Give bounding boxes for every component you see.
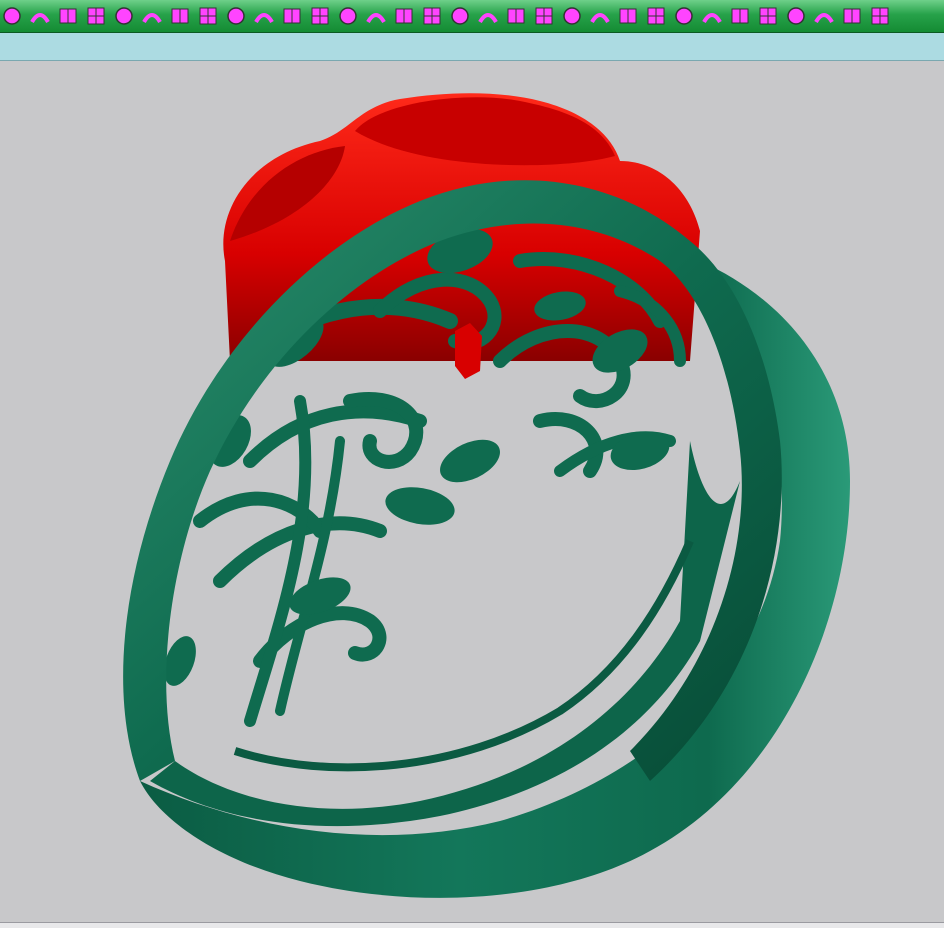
cross-icon[interactable]	[812, 4, 836, 28]
frame-icon[interactable]	[196, 4, 220, 28]
band-icon[interactable]	[420, 4, 444, 28]
toolbar	[0, 0, 944, 33]
book-open-icon[interactable]	[56, 4, 80, 28]
bend-icon[interactable]	[476, 4, 500, 28]
comb-icon[interactable]	[700, 4, 724, 28]
ring-model[interactable]	[0, 61, 944, 922]
mesh-icon[interactable]	[784, 4, 808, 28]
hierarchy-icon[interactable]	[168, 4, 192, 28]
hand-icon[interactable]	[504, 4, 528, 28]
circle-tool-icon[interactable]	[0, 4, 24, 28]
viewport-bottom-edge	[0, 922, 944, 928]
pivot-icon[interactable]	[616, 4, 640, 28]
pentagon-icon[interactable]	[672, 4, 696, 28]
pen-curve-icon[interactable]	[308, 4, 332, 28]
table-icon[interactable]	[84, 4, 108, 28]
gear-icon[interactable]	[868, 4, 892, 28]
patch-icon[interactable]	[756, 4, 780, 28]
ribbon-icon[interactable]	[392, 4, 416, 28]
scatter-icon[interactable]	[532, 4, 556, 28]
dot-grid-icon[interactable]	[448, 4, 472, 28]
3d-viewport[interactable]	[0, 61, 944, 922]
cube-icon[interactable]	[112, 4, 136, 28]
ring-shank-icon[interactable]	[364, 4, 388, 28]
tube-icon[interactable]	[140, 4, 164, 28]
gem-icon[interactable]	[840, 4, 864, 28]
arc-tool-icon[interactable]	[28, 4, 52, 28]
surface-icon[interactable]	[728, 4, 752, 28]
star-curve-icon[interactable]	[644, 4, 668, 28]
diamond-icon[interactable]	[588, 4, 612, 28]
stack-icon[interactable]	[252, 4, 276, 28]
grid-icon[interactable]	[224, 4, 248, 28]
pen-rail-icon[interactable]	[336, 4, 360, 28]
grid-cross-icon[interactable]	[280, 4, 304, 28]
status-strip	[0, 33, 944, 61]
prong-icon[interactable]	[560, 4, 584, 28]
